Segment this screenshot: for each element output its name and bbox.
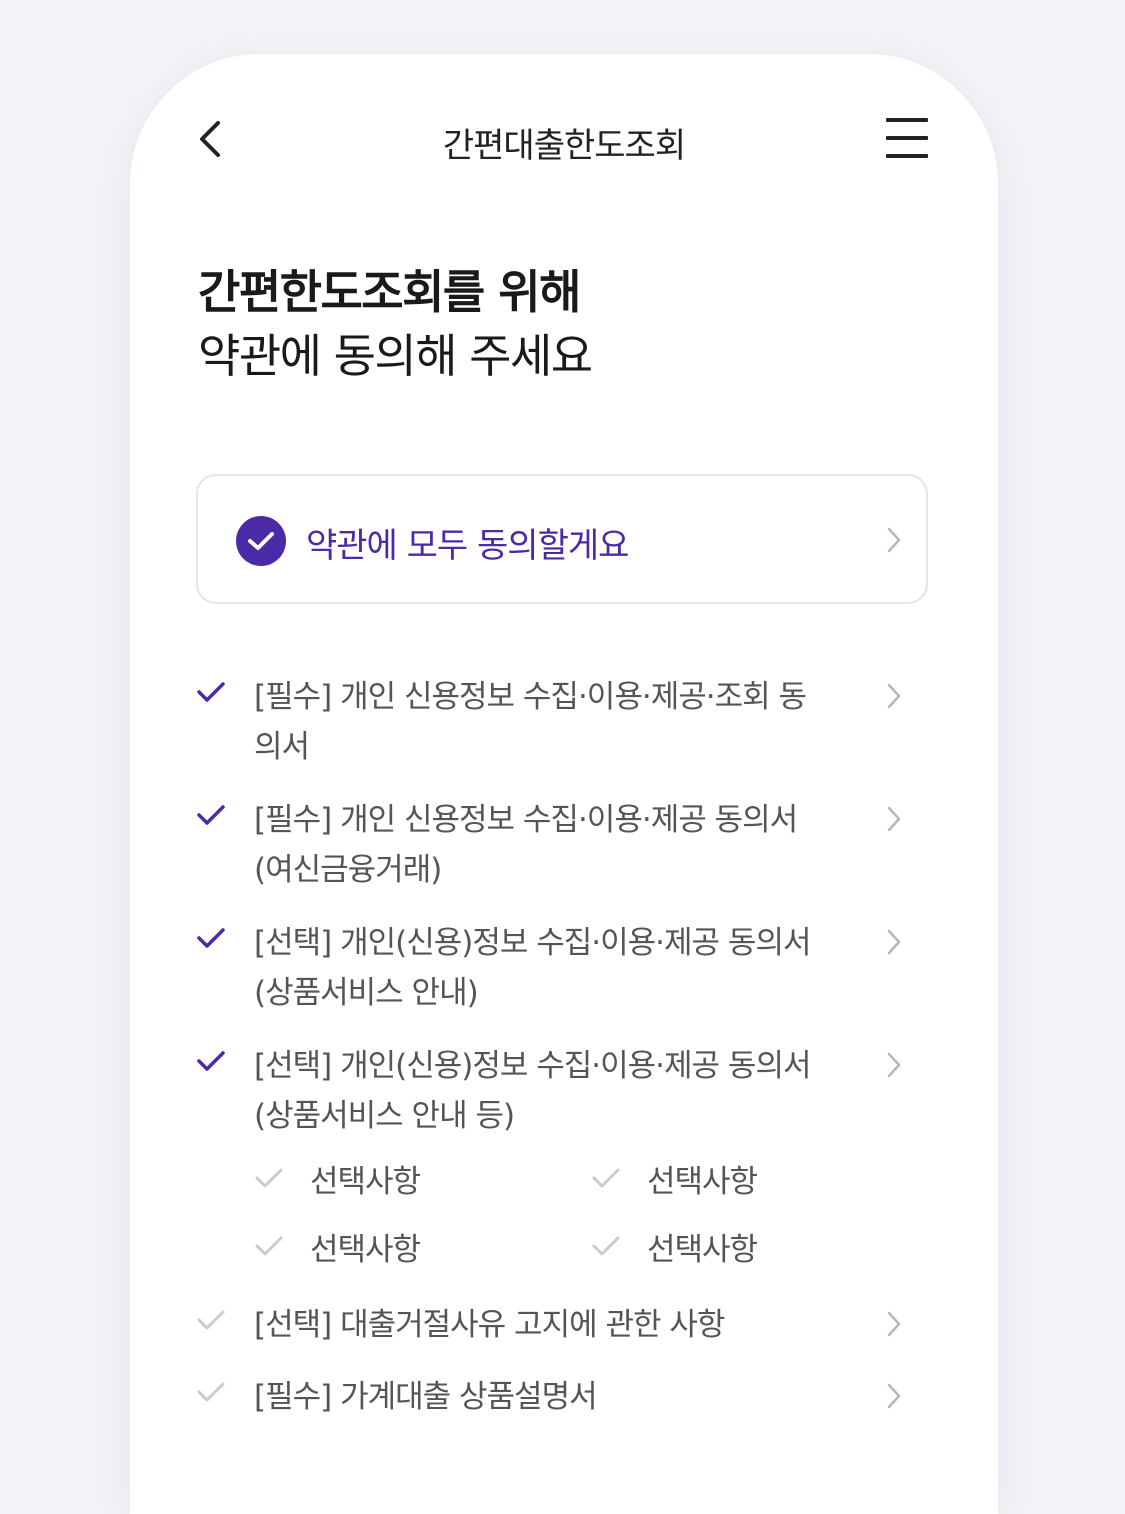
hamburger-menu-icon	[886, 118, 928, 122]
check-icon[interactable]	[196, 1049, 226, 1073]
app-header: 간편대출한도조회	[130, 114, 998, 166]
sub-option-label: 선택사항	[647, 1164, 758, 1200]
chevron-right-icon[interactable]	[886, 1051, 902, 1079]
term-item-1[interactable]: [필수] 개인 신용정보 수집·이용·제공·조회 동 의서	[196, 672, 916, 772]
agree-all-checkbox[interactable]	[236, 516, 286, 566]
chevron-right-icon[interactable]	[886, 928, 902, 956]
check-icon[interactable]	[254, 1166, 284, 1190]
agree-all-button[interactable]: 약관에 모두 동의할게요	[196, 474, 928, 604]
term-label: [선택] 개인(신용)정보 수집·이용·제공 동의서 (상품서비스 안내 등)	[254, 1048, 812, 1134]
menu-button[interactable]	[886, 118, 928, 158]
agree-all-label: 약관에 모두 동의할게요	[306, 526, 629, 566]
term-label: [필수] 개인 신용정보 수집·이용·제공 동의서 (여신금융거래)	[254, 802, 798, 888]
chevron-right-icon[interactable]	[886, 805, 902, 833]
heading-line-2: 약관에 동의해 주세요	[198, 329, 593, 383]
chevron-right-icon[interactable]	[886, 1382, 902, 1410]
term-item-3[interactable]: [선택] 개인(신용)정보 수집·이용·제공 동의서 (상품서비스 안내)	[196, 918, 916, 1018]
term-item-2[interactable]: [필수] 개인 신용정보 수집·이용·제공 동의서 (여신금융거래)	[196, 795, 916, 895]
check-icon[interactable]	[196, 1308, 226, 1332]
sub-option-label: 선택사항	[310, 1164, 421, 1200]
chevron-right-icon	[887, 527, 901, 553]
term-item-6[interactable]: [필수] 가계대출 상품설명서	[196, 1372, 916, 1422]
sub-option-label: 선택사항	[647, 1232, 758, 1268]
term-label: [선택] 개인(신용)정보 수집·이용·제공 동의서 (상품서비스 안내)	[254, 925, 812, 1011]
sub-option-label: 선택사항	[310, 1232, 421, 1268]
chevron-right-icon[interactable]	[886, 682, 902, 710]
check-icon[interactable]	[591, 1166, 621, 1190]
phone-screen: 간편대출한도조회 간편한도조회를 위해 약관에 동의해 주세요 약관에 모두 동…	[130, 54, 998, 1514]
check-icon	[248, 532, 274, 550]
term-item-5[interactable]: [선택] 대출거절사유 고지에 관한 사항	[196, 1300, 916, 1350]
term-label: [선택] 대출거절사유 고지에 관한 사항	[254, 1307, 725, 1343]
check-icon[interactable]	[254, 1234, 284, 1258]
check-icon[interactable]	[196, 926, 226, 950]
check-icon[interactable]	[196, 1380, 226, 1404]
term-label: [필수] 개인 신용정보 수집·이용·제공·조회 동 의서	[254, 679, 807, 765]
check-icon[interactable]	[196, 680, 226, 704]
page-heading: 간편한도조회를 위해 약관에 동의해 주세요	[198, 260, 593, 388]
check-icon[interactable]	[196, 803, 226, 827]
heading-line-1: 간편한도조회를 위해	[198, 265, 581, 319]
chevron-right-icon[interactable]	[886, 1310, 902, 1338]
term-label: [필수] 가계대출 상품설명서	[254, 1379, 598, 1415]
check-icon[interactable]	[591, 1234, 621, 1258]
header-title: 간편대출한도조회	[442, 126, 686, 166]
term-item-4[interactable]: [선택] 개인(신용)정보 수집·이용·제공 동의서 (상품서비스 안내 등)	[196, 1041, 916, 1141]
